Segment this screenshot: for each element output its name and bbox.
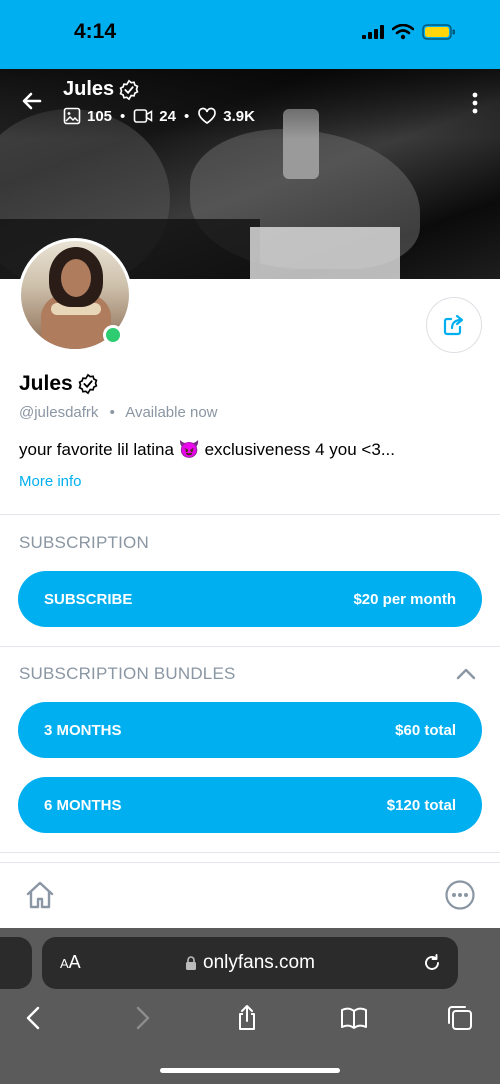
previous-tab[interactable]: [0, 937, 32, 989]
more-options-icon[interactable]: [444, 879, 476, 911]
bundle-3-months-button[interactable]: 3 MONTHS $60 total: [18, 702, 482, 758]
back-icon[interactable]: [20, 1004, 48, 1032]
subscribe-button[interactable]: SUBSCRIBE $20 per month: [18, 571, 482, 627]
status-bar: 4:14: [0, 0, 500, 69]
profile-handle-line: @julesdafrk • Available now: [19, 404, 218, 421]
bundle-price: $60 total: [395, 721, 456, 739]
profile-name: Jules: [19, 372, 99, 396]
bundle-6-months-button[interactable]: 6 MONTHS $120 total: [18, 777, 482, 833]
likes-count: 3.9K: [223, 107, 255, 125]
verified-badge-icon: [78, 373, 98, 395]
more-info-link[interactable]: More info: [19, 473, 82, 490]
heart-icon: [198, 107, 217, 125]
bookmarks-icon[interactable]: [340, 1004, 368, 1032]
share-profile-button[interactable]: [426, 297, 482, 353]
image-icon: [63, 107, 81, 125]
bundle-label: 3 MONTHS: [44, 721, 122, 739]
header-name: Jules: [63, 78, 140, 101]
video-icon: [133, 109, 153, 123]
reload-icon[interactable]: [422, 953, 442, 973]
lock-icon: [186, 955, 197, 970]
header-stats: 105 • 24 • 3.9K: [63, 107, 255, 125]
tabs-icon[interactable]: [446, 1004, 474, 1032]
forward-icon[interactable]: [128, 1004, 156, 1032]
separator: •: [109, 404, 115, 421]
cellular-signal-icon: [362, 25, 384, 39]
divider: [0, 852, 500, 853]
chevron-up-icon[interactable]: [456, 667, 476, 681]
profile-handle: @julesdafrk: [19, 404, 99, 421]
bundle-label: 6 MONTHS: [44, 796, 122, 814]
verified-badge-icon: [119, 79, 139, 100]
bundles-title: SUBSCRIPTION BUNDLES: [19, 664, 236, 683]
home-indicator: [160, 1068, 340, 1073]
subscription-title: SUBSCRIPTION: [19, 533, 149, 552]
bundle-price: $120 total: [386, 796, 456, 814]
photos-count: 105: [87, 107, 113, 125]
wifi-icon: [392, 24, 414, 40]
subscribe-label: SUBSCRIBE: [44, 590, 133, 608]
battery-icon: [422, 24, 455, 40]
divider: [0, 646, 500, 647]
address-bar[interactable]: AA onlyfans.com: [42, 937, 458, 989]
profile-header: Jules 105 • 24 • 3.9K: [0, 69, 500, 139]
divider: [0, 514, 500, 515]
online-indicator: [103, 325, 123, 345]
status-icons: [362, 24, 456, 40]
back-arrow-icon[interactable]: [20, 89, 44, 113]
browser-toolbar: [0, 1004, 500, 1036]
url-text: onlyfans.com: [203, 952, 315, 973]
status-time: 4:14: [74, 20, 117, 43]
availability-status: Available now: [125, 404, 218, 421]
home-icon[interactable]: [24, 879, 56, 911]
browser-chrome: AA onlyfans.com: [0, 928, 500, 1084]
url-display[interactable]: onlyfans.com: [42, 952, 458, 974]
profile-bio: your favorite lil latina 😈 exclusiveness…: [19, 440, 395, 459]
share-icon: [443, 314, 464, 336]
share-icon[interactable]: [233, 1004, 261, 1032]
bottom-nav: [0, 862, 500, 928]
more-vertical-icon[interactable]: [472, 91, 478, 115]
videos-count: 24: [159, 107, 176, 125]
subscribe-price: $20 per month: [353, 590, 456, 608]
